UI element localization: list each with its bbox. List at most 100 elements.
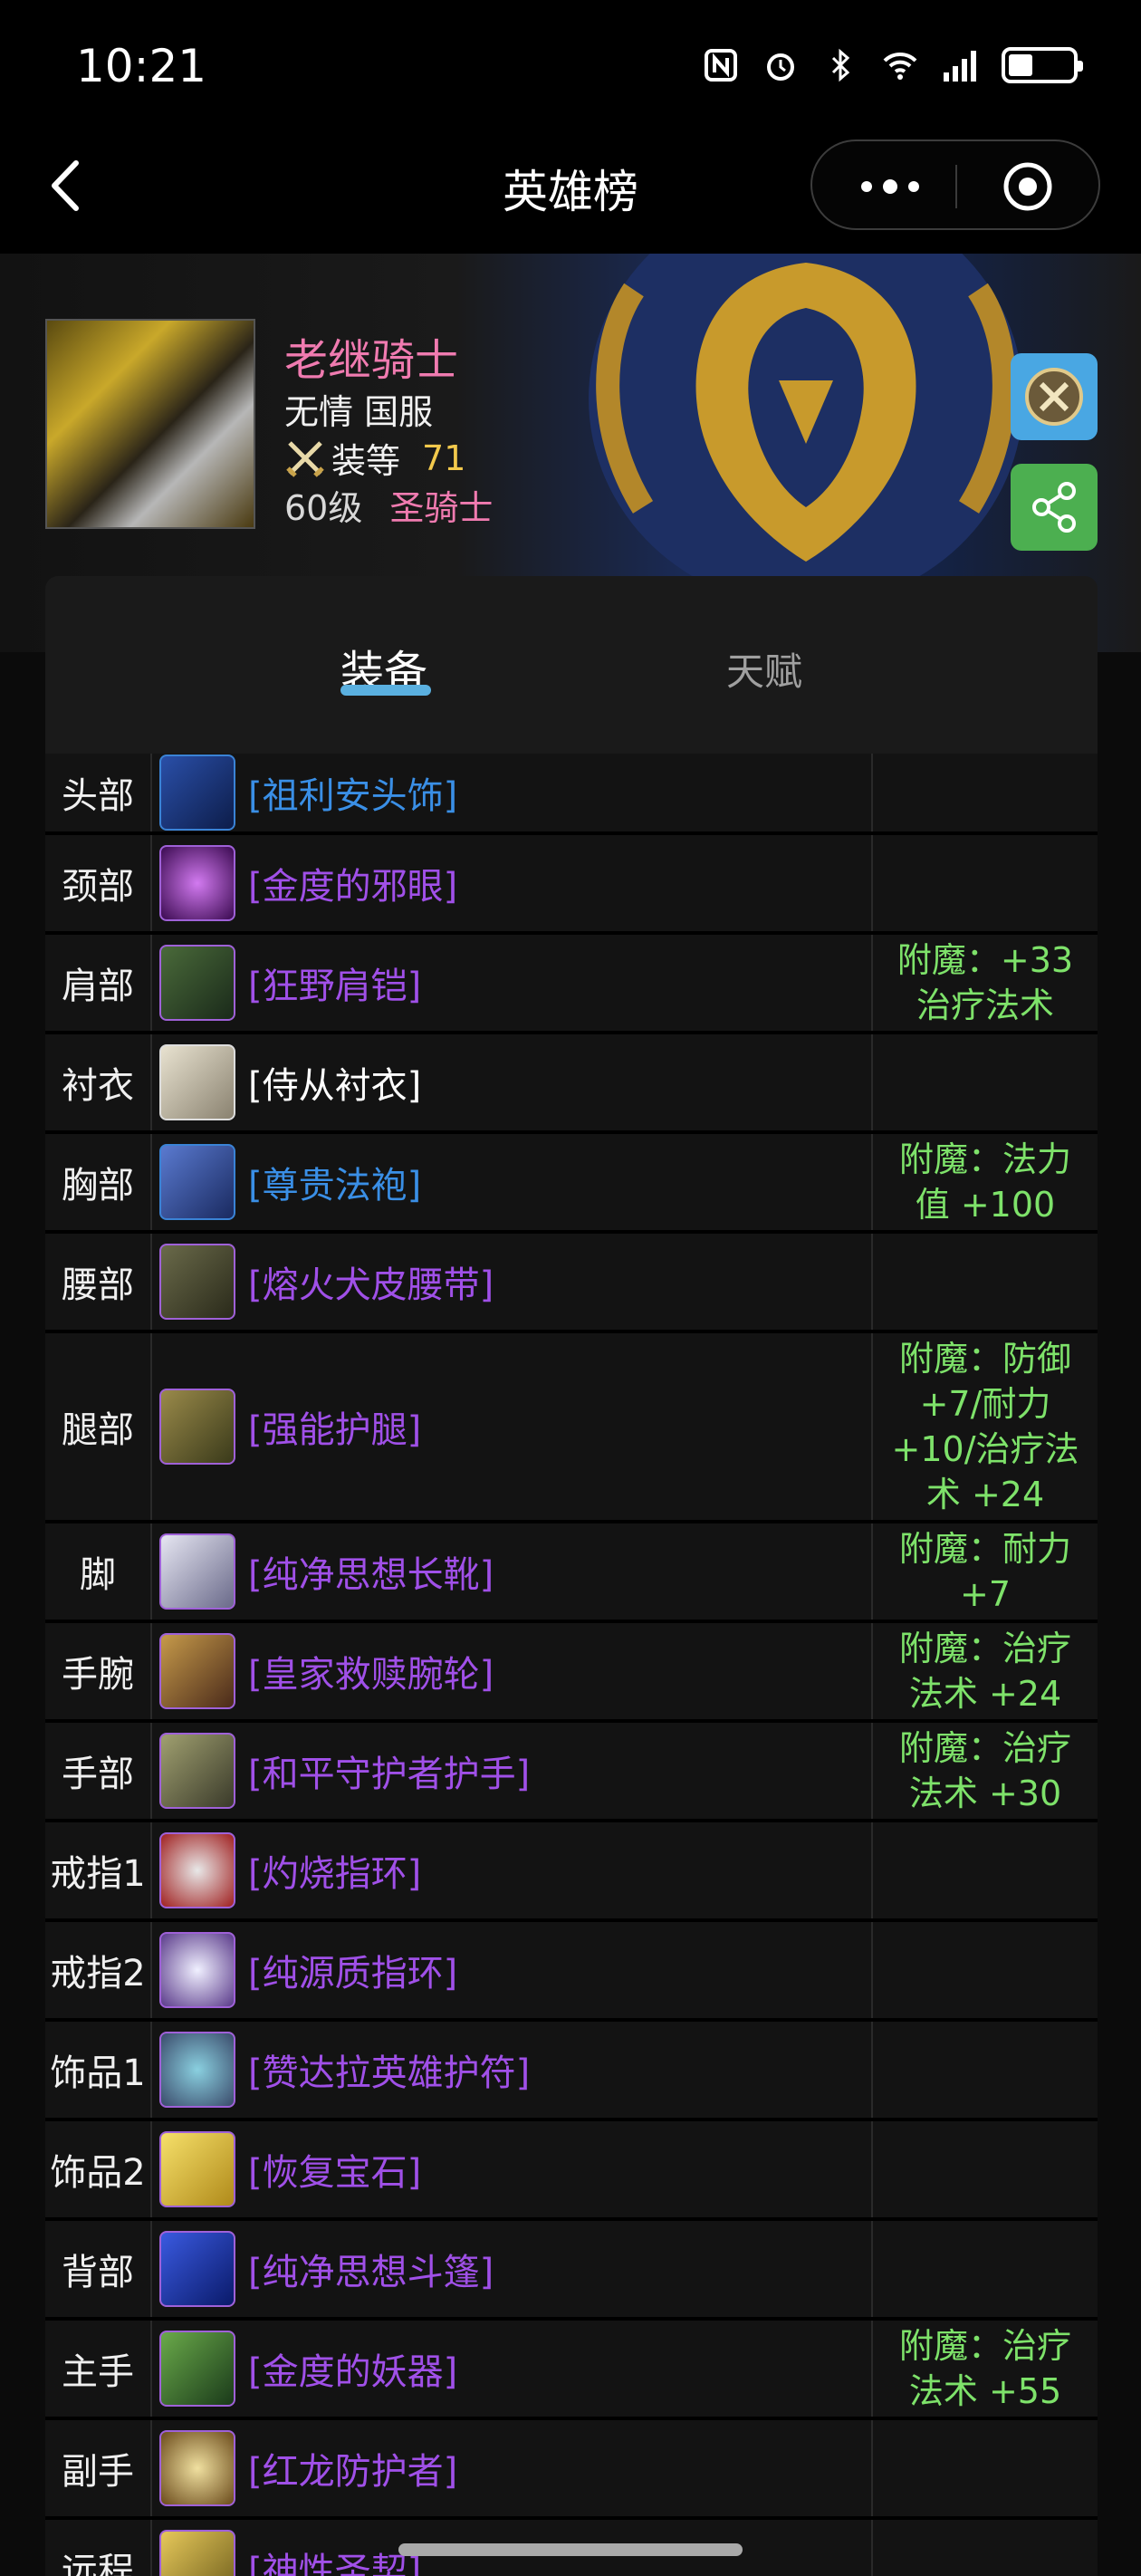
item-icon[interactable] xyxy=(159,2032,235,2108)
equipment-row[interactable]: 脚 [纯净思想长靴] 附魔：耐力+7 xyxy=(45,1523,1098,1623)
item-name[interactable]: [神性圣契] xyxy=(248,2542,421,2576)
share-button[interactable] xyxy=(1011,464,1098,551)
item-name[interactable]: [红龙防护者] xyxy=(248,2442,457,2494)
item-icon[interactable] xyxy=(159,1144,235,1220)
item-icon[interactable] xyxy=(159,2231,235,2307)
share-icon xyxy=(1032,482,1076,533)
item-cell[interactable]: [祖利安头饰] xyxy=(152,754,873,831)
item-icon[interactable] xyxy=(159,755,235,831)
equipment-row[interactable]: 主手 [金度的妖器] 附魔：治疗法术 +55 xyxy=(45,2321,1098,2420)
equipment-row[interactable]: 饰品2 [恢复宝石] xyxy=(45,2121,1098,2221)
item-name[interactable]: [和平守护者护手] xyxy=(248,1745,530,1797)
equipment-row[interactable]: 手腕 [皇家救赎腕轮] 附魔：治疗法术 +24 xyxy=(45,1623,1098,1723)
item-level-value: 71 xyxy=(422,437,466,478)
item-name[interactable]: [纯净思想长靴] xyxy=(248,1545,494,1598)
item-icon[interactable] xyxy=(159,2530,235,2576)
equipment-row[interactable]: 戒指2 [纯源质指环] xyxy=(45,1922,1098,2022)
item-icon[interactable] xyxy=(159,1533,235,1610)
tab-bar: 装备 天赋 xyxy=(45,576,1098,754)
equipment-row[interactable]: 戒指1 [灼烧指环] xyxy=(45,1822,1098,1922)
item-icon[interactable] xyxy=(159,1244,235,1320)
enchant-text xyxy=(873,1822,1098,1918)
pvp-rank-button[interactable] xyxy=(1011,353,1098,440)
item-icon[interactable] xyxy=(159,2430,235,2506)
item-name[interactable]: [金度的妖器] xyxy=(248,2342,457,2395)
item-cell[interactable]: [金度的邪眼] xyxy=(152,835,873,931)
item-cell[interactable]: [皇家救赎腕轮] xyxy=(152,1623,873,1719)
item-icon[interactable] xyxy=(159,1832,235,1908)
item-name[interactable]: [赞达拉英雄护符] xyxy=(248,2043,530,2096)
character-level: 60级 xyxy=(284,488,363,528)
item-cell[interactable]: [纯净思想斗篷] xyxy=(152,2221,873,2317)
close-miniprogram-icon[interactable] xyxy=(1001,159,1055,214)
item-name[interactable]: [祖利安头饰] xyxy=(248,766,457,819)
item-icon[interactable] xyxy=(159,1633,235,1709)
item-icon[interactable] xyxy=(159,1044,235,1120)
item-cell[interactable]: [纯源质指环] xyxy=(152,1922,873,2018)
slot-label: 主手 xyxy=(45,2321,152,2417)
signal-icon xyxy=(942,47,978,83)
item-name[interactable]: [皇家救赎腕轮] xyxy=(248,1645,494,1697)
equipment-row[interactable]: 颈部 [金度的邪眼] xyxy=(45,835,1098,935)
item-name[interactable]: [恢复宝石] xyxy=(248,2143,421,2196)
item-cell[interactable]: [尊贵法袍] xyxy=(152,1134,873,1230)
item-icon[interactable] xyxy=(159,945,235,1021)
slot-label: 腿部 xyxy=(45,1333,152,1520)
item-cell[interactable]: [狂野肩铠] xyxy=(152,935,873,1031)
item-name[interactable]: [纯净思想斗篷] xyxy=(248,2243,494,2295)
equipment-row[interactable]: 衬衣 [侍从衬衣] xyxy=(45,1034,1098,1134)
item-name[interactable]: [尊贵法袍] xyxy=(248,1156,421,1208)
item-name[interactable]: [侍从衬衣] xyxy=(248,1056,421,1109)
enchant-text: 附魔：治疗法术 +24 xyxy=(898,1628,1071,1714)
equipment-row[interactable]: 头部 [祖利安头饰] xyxy=(45,754,1098,835)
equipment-row[interactable]: 副手 [红龙防护者] xyxy=(45,2420,1098,2520)
slot-label: 胸部 xyxy=(45,1134,152,1230)
enchant-text xyxy=(873,754,1098,831)
slot-label: 饰品2 xyxy=(45,2121,152,2217)
item-name[interactable]: [强能护腿] xyxy=(248,1400,421,1453)
item-name[interactable]: [灼烧指环] xyxy=(248,1844,421,1897)
item-icon[interactable] xyxy=(159,1932,235,2008)
slot-label: 手部 xyxy=(45,1723,152,1819)
item-cell[interactable]: [强能护腿] xyxy=(152,1333,873,1520)
more-icon[interactable] xyxy=(854,170,926,203)
item-cell[interactable]: [纯净思想长靴] xyxy=(152,1523,873,1620)
item-cell[interactable]: [赞达拉英雄护符] xyxy=(152,2022,873,2118)
equipment-row[interactable]: 饰品1 [赞达拉英雄护符] xyxy=(45,2022,1098,2121)
item-cell[interactable]: [和平守护者护手] xyxy=(152,1723,873,1819)
equipment-row[interactable]: 肩部 [狂野肩铠] 附魔：+33治疗法术 xyxy=(45,935,1098,1034)
item-icon[interactable] xyxy=(159,1389,235,1465)
item-name[interactable]: [金度的邪眼] xyxy=(248,857,457,909)
item-name[interactable]: [熔火犬皮腰带] xyxy=(248,1255,494,1308)
item-cell[interactable]: [侍从衬衣] xyxy=(152,1034,873,1130)
enchant-text xyxy=(873,1234,1098,1330)
item-icon[interactable] xyxy=(159,845,235,921)
item-cell[interactable]: [熔火犬皮腰带] xyxy=(152,1234,873,1330)
tab-talents[interactable]: 天赋 xyxy=(726,641,802,697)
item-cell[interactable]: [灼烧指环] xyxy=(152,1822,873,1918)
equipment-row[interactable]: 手部 [和平守护者护手] 附魔：治疗法术 +30 xyxy=(45,1723,1098,1822)
enchant-text xyxy=(873,2420,1098,2516)
equipment-row[interactable]: 背部 [纯净思想斗篷] xyxy=(45,2221,1098,2321)
enchant-text xyxy=(873,2022,1098,2118)
enchant-text xyxy=(873,835,1098,931)
slot-label: 腰部 xyxy=(45,1234,152,1330)
enchant-text xyxy=(873,2520,1098,2576)
status-icons xyxy=(703,47,1083,83)
slot-label: 头部 xyxy=(45,754,152,831)
item-cell[interactable]: [金度的妖器] xyxy=(152,2321,873,2417)
item-icon[interactable] xyxy=(159,2131,235,2207)
item-icon[interactable] xyxy=(159,2331,235,2407)
equipment-row[interactable]: 腿部 [强能护腿] 附魔：防御+7/耐力+10/治疗法术 +24 xyxy=(45,1333,1098,1523)
item-icon[interactable] xyxy=(159,1733,235,1809)
pvp-badge-icon xyxy=(1025,368,1083,426)
item-name[interactable]: [狂野肩铠] xyxy=(248,956,421,1009)
enchant-text xyxy=(873,2221,1098,2317)
item-name[interactable]: [纯源质指环] xyxy=(248,1944,457,1996)
equipment-row[interactable]: 胸部 [尊贵法袍] 附魔：法力值 +100 xyxy=(45,1134,1098,1234)
item-cell[interactable]: [恢复宝石] xyxy=(152,2121,873,2217)
item-cell[interactable]: [红龙防护者] xyxy=(152,2420,873,2516)
equipment-row[interactable]: 腰部 [熔火犬皮腰带] xyxy=(45,1234,1098,1333)
tab-indicator xyxy=(340,685,431,696)
slot-label: 背部 xyxy=(45,2221,152,2317)
